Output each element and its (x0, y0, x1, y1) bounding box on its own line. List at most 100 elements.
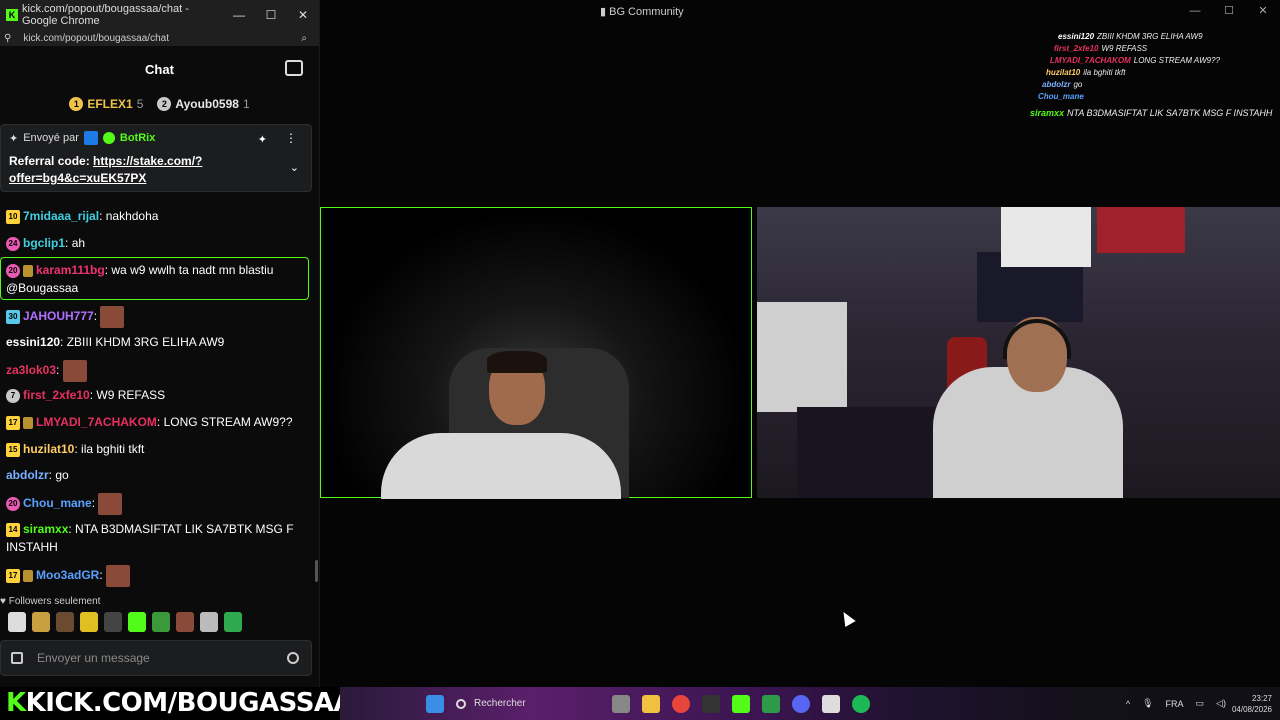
emote-icon[interactable] (80, 612, 98, 632)
file-explorer-icon[interactable] (642, 694, 660, 713)
chat-username[interactable]: bgclip1 (23, 236, 65, 250)
emote-icon[interactable] (200, 612, 218, 632)
chat-username[interactable]: JAHOUH777 (23, 309, 94, 323)
chat-header: Chat (0, 46, 319, 92)
address-bar[interactable]: ⚲ kick.com/popout/bougassaa/chat ⌕ (0, 30, 319, 46)
taskbar-search[interactable]: Rechercher (456, 693, 606, 715)
emote-icon[interactable] (176, 612, 194, 632)
separator: : (99, 209, 106, 223)
chat-text: LONG STREAM AW9?? (163, 415, 293, 429)
overlay-text: ZBIII KHDM 3RG ELIHA AW9 (1097, 32, 1203, 41)
close-button[interactable]: ✕ (287, 8, 319, 22)
chrome-icon[interactable] (672, 694, 690, 713)
chat-username[interactable]: abdolzr (6, 468, 49, 482)
person-hair (487, 351, 547, 373)
zoom-icon[interactable]: ⌕ (301, 33, 307, 44)
emote-icon[interactable] (128, 612, 146, 632)
chat-scrollbar[interactable] (315, 560, 318, 582)
task-view-icon[interactable] (612, 694, 630, 713)
tray-chevron-icon[interactable]: ^ (1126, 699, 1130, 709)
wall-flag (1097, 207, 1185, 253)
site-info-icon[interactable]: ⚲ (4, 33, 11, 44)
emote-icon[interactable] (56, 612, 74, 632)
leaderboard-entry[interactable]: 1 EFLEX1 5 (69, 97, 143, 111)
chat-username[interactable]: first_2xfe10 (23, 388, 90, 402)
chat-username[interactable]: essini120 (6, 335, 60, 349)
chat-popout-window: K kick.com/popout/bougassaa/chat - Googl… (0, 0, 320, 687)
kick-favicon-icon: K (6, 9, 18, 21)
separator: : (91, 496, 99, 511)
overlay-message: abdolzr go (1042, 80, 1082, 89)
minimize-button[interactable]: — (223, 8, 255, 22)
kick-app-icon[interactable] (732, 694, 750, 713)
chat-message: abdolzr: go (6, 466, 306, 484)
microphone-icon[interactable]: 🎙 (1142, 698, 1153, 709)
chat-message: 7 first_2xfe10: W9 REFASS (6, 386, 306, 404)
chat-message: 17 LMYADI_7ACHAKOM: LONG STREAM AW9?? (6, 413, 306, 431)
overlay-text: W9 REFASS (1101, 44, 1148, 53)
pin-icon[interactable]: ✦ (258, 133, 267, 146)
network-icon[interactable]: ▭ (1196, 698, 1205, 709)
emoji-icon[interactable] (287, 652, 299, 664)
separator: : (156, 415, 164, 429)
chat-text: nakhdoha (105, 209, 159, 223)
volume-icon[interactable]: ◁) (1216, 698, 1226, 709)
emote-icon[interactable] (104, 612, 122, 632)
chat-message: 20 Chou_mane: (6, 493, 306, 515)
pinned-author[interactable]: BotRix (120, 132, 155, 144)
emote-icon[interactable] (8, 612, 26, 632)
desktop: K kick.com/popout/bougassaa/chat - Googl… (0, 0, 1280, 720)
users-icon[interactable] (285, 60, 303, 76)
separator: : (65, 236, 72, 250)
discord-icon[interactable] (792, 694, 810, 713)
overlay-text: ila bghiti tkft (1083, 68, 1126, 77)
overlay-text: go (1073, 80, 1083, 89)
emote-icon[interactable] (224, 612, 242, 632)
more-options-icon[interactable]: ⋮ (285, 131, 297, 145)
vip-badge-icon (23, 570, 33, 582)
verified-icon (102, 132, 115, 144)
chevron-down-icon[interactable]: ⌄ (290, 161, 299, 174)
chat-message: 15 huzilat10: ila bghiti tkft (6, 440, 306, 458)
chat-text: ZBIII KHDM 3RG ELIHA AW9 (66, 335, 225, 349)
chat-message: essini120: ZBIII KHDM 3RG ELIHA AW9 (6, 333, 306, 351)
shield-icon[interactable] (11, 652, 23, 664)
chat-message: 17 Moo3adGR: (6, 565, 306, 587)
chat-username[interactable]: Chou_mane (23, 496, 92, 510)
guest-webcam (320, 207, 752, 499)
sub-badge-icon: 20 (6, 497, 20, 511)
stream-chat-overlay: essini120 ZBIII KHDM 3RG ELIHA AW9 first_2… (1030, 0, 1273, 120)
leaderboard-entry[interactable]: 2 Ayoub0598 1 (157, 97, 250, 111)
chat-username[interactable]: 7midaaa_rijal (23, 209, 99, 223)
vip-badge-icon (23, 416, 33, 429)
app-icon[interactable] (822, 694, 840, 713)
wall-poster (1001, 207, 1091, 267)
overlay-text: NTA B3DMASIFTAT LIK SA7BTK MSG F INSTAHH (1067, 108, 1273, 118)
stream-title: ▮ BG Community (600, 6, 684, 18)
chat-username[interactable]: Moo3adGR (36, 568, 99, 582)
gift-leaderboard: 1 EFLEX1 5 2 Ayoub0598 1 (0, 92, 319, 116)
pinned-sent-by: Envoyé par (23, 132, 79, 144)
app-icon[interactable] (762, 694, 780, 713)
spotify-icon[interactable] (852, 694, 870, 713)
chat-username[interactable]: huzilat10 (23, 442, 74, 456)
emote-icon[interactable] (32, 612, 50, 632)
chat-username[interactable]: LMYADI_7ACHAKOM (36, 415, 157, 429)
followers-label: Followers seulement (8, 596, 101, 607)
language-indicator[interactable]: FRA (1166, 699, 1184, 709)
overlay-username: huzilat10 (1046, 68, 1081, 77)
stream-title-text: BG Community (609, 6, 684, 18)
obs-icon[interactable] (702, 694, 720, 713)
emote-icon[interactable] (152, 612, 170, 632)
banner-k: K (6, 688, 26, 718)
overlay-message: essini120 ZBIII KHDM 3RG ELIHA AW9 (1058, 32, 1203, 41)
clock[interactable]: 23:27 04/08/2026 (1232, 693, 1272, 715)
chat-username[interactable]: siramxx (23, 522, 68, 536)
maximize-button[interactable]: ☐ (255, 8, 287, 22)
emote-icon (62, 360, 87, 382)
headset (1003, 319, 1071, 359)
chat-username[interactable]: za3lok03 (6, 363, 56, 377)
search-icon (456, 698, 466, 709)
message-input[interactable]: Envoyer un message (0, 640, 312, 676)
windows-start-icon[interactable] (426, 694, 444, 713)
